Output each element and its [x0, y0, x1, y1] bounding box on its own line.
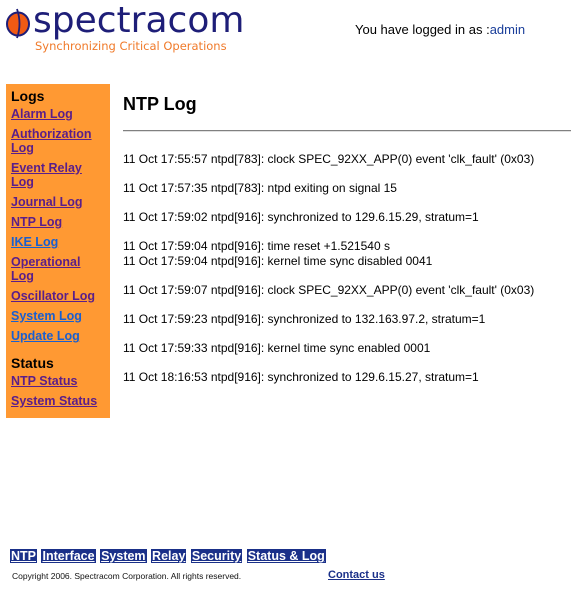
sidebar-item-journal-log[interactable]: Journal Log: [11, 195, 110, 209]
log-line: 11 Oct 17:55:57 ntpd[783]: clock SPEC_92…: [123, 152, 535, 166]
copyright: Copyright 2006. Spectracom Corporation. …: [12, 571, 242, 581]
footer-nav-system[interactable]: System: [100, 549, 147, 563]
sidebar-item-operational-log[interactable]: Operational Log: [11, 255, 110, 283]
login-prefix: You have logged in as :: [355, 22, 490, 37]
login-status: You have logged in as :admin: [355, 22, 525, 37]
globe-logo-icon: [6, 8, 30, 39]
sidebar-item-system-status[interactable]: System Status: [11, 394, 110, 408]
sidebar-item-oscillator-log[interactable]: Oscillator Log: [11, 289, 110, 303]
log-entry: 11 Oct 17:55:57 ntpd[783]: clock SPEC_92…: [123, 152, 571, 167]
log-line: 11 Oct 17:59:04 ntpd[916]: time reset +1…: [123, 239, 390, 253]
main-content: NTP Log 11 Oct 17:55:57 ntpd[783]: clock…: [123, 94, 571, 384]
sidebar-item-ntp-log[interactable]: NTP Log: [11, 215, 110, 229]
log-entries: 11 Oct 17:55:57 ntpd[783]: clock SPEC_92…: [123, 152, 571, 399]
login-username: admin: [489, 22, 526, 37]
spectracom-logo: spectracom Synchronizing Critical Operat…: [6, 0, 244, 54]
sidebar-item-event-relay-log[interactable]: Event Relay Log: [11, 161, 110, 189]
log-line: 11 Oct 17:59:02 ntpd[916]: synchronized …: [123, 210, 479, 224]
log-line: 11 Oct 17:57:35 ntpd[783]: ntpd exiting …: [123, 181, 397, 195]
sidebar-item-update-log[interactable]: Update Log: [11, 329, 110, 343]
log-entry: 11 Oct 17:59:02 ntpd[916]: synchronized …: [123, 210, 571, 225]
log-entry: 11 Oct 18:16:53 ntpd[916]: synchronized …: [123, 370, 571, 385]
log-line: 11 Oct 17:59:04 ntpd[916]: kernel time s…: [123, 254, 433, 268]
divider: [123, 130, 571, 132]
contact-us-link[interactable]: Contact us: [328, 569, 385, 581]
logs-heading: Logs: [11, 88, 45, 104]
log-line: 11 Oct 18:16:53 ntpd[916]: synchronized …: [123, 370, 479, 384]
sidebar-item-ike-log[interactable]: IKE Log: [11, 235, 110, 249]
log-line: 11 Oct 17:59:23 ntpd[916]: synchronized …: [123, 312, 486, 326]
sidebar: Logs Alarm Log Authorization Log Event Rela…: [6, 84, 110, 418]
sidebar-item-alarm-log[interactable]: Alarm Log: [11, 107, 110, 121]
log-entry: 11 Oct 17:59:33 ntpd[916]: kernel time s…: [123, 341, 571, 356]
sidebar-item-ntp-status[interactable]: NTP Status: [11, 374, 110, 388]
logo-wordmark: spectracom: [33, 0, 245, 41]
footer-nav-status-log[interactable]: Status & Log: [246, 549, 326, 563]
log-entry: 11 Oct 17:59:23 ntpd[916]: synchronized …: [123, 312, 571, 327]
log-entry: 11 Oct 17:59:04 ntpd[916]: time reset +1…: [123, 239, 571, 269]
log-line: 11 Oct 17:59:33 ntpd[916]: kernel time s…: [123, 341, 431, 355]
status-heading: Status: [11, 355, 54, 371]
page-title: NTP Log: [123, 94, 197, 114]
log-links: Alarm Log Authorization Log Event Relay Log J…: [11, 107, 110, 343]
log-entry: 11 Oct 17:59:07 ntpd[916]: clock SPEC_92…: [123, 283, 571, 298]
status-links: NTP Status System Status: [11, 374, 110, 408]
sidebar-item-system-log[interactable]: System Log: [11, 309, 110, 323]
sidebar-item-authorization-log[interactable]: Authorization Log: [11, 127, 110, 155]
footer-nav: NTP Interface System Relay Security Stat…: [10, 549, 327, 563]
footer-nav-interface[interactable]: Interface: [41, 549, 96, 563]
logo-tagline: Synchronizing Critical Operations: [35, 39, 227, 53]
footer-nav-security[interactable]: Security: [190, 549, 243, 563]
footer-nav-relay[interactable]: Relay: [151, 549, 187, 563]
log-line: 11 Oct 17:59:07 ntpd[916]: clock SPEC_92…: [123, 283, 535, 297]
footer-nav-ntp[interactable]: NTP: [10, 549, 37, 563]
log-entry: 11 Oct 17:57:35 ntpd[783]: ntpd exiting …: [123, 181, 571, 196]
